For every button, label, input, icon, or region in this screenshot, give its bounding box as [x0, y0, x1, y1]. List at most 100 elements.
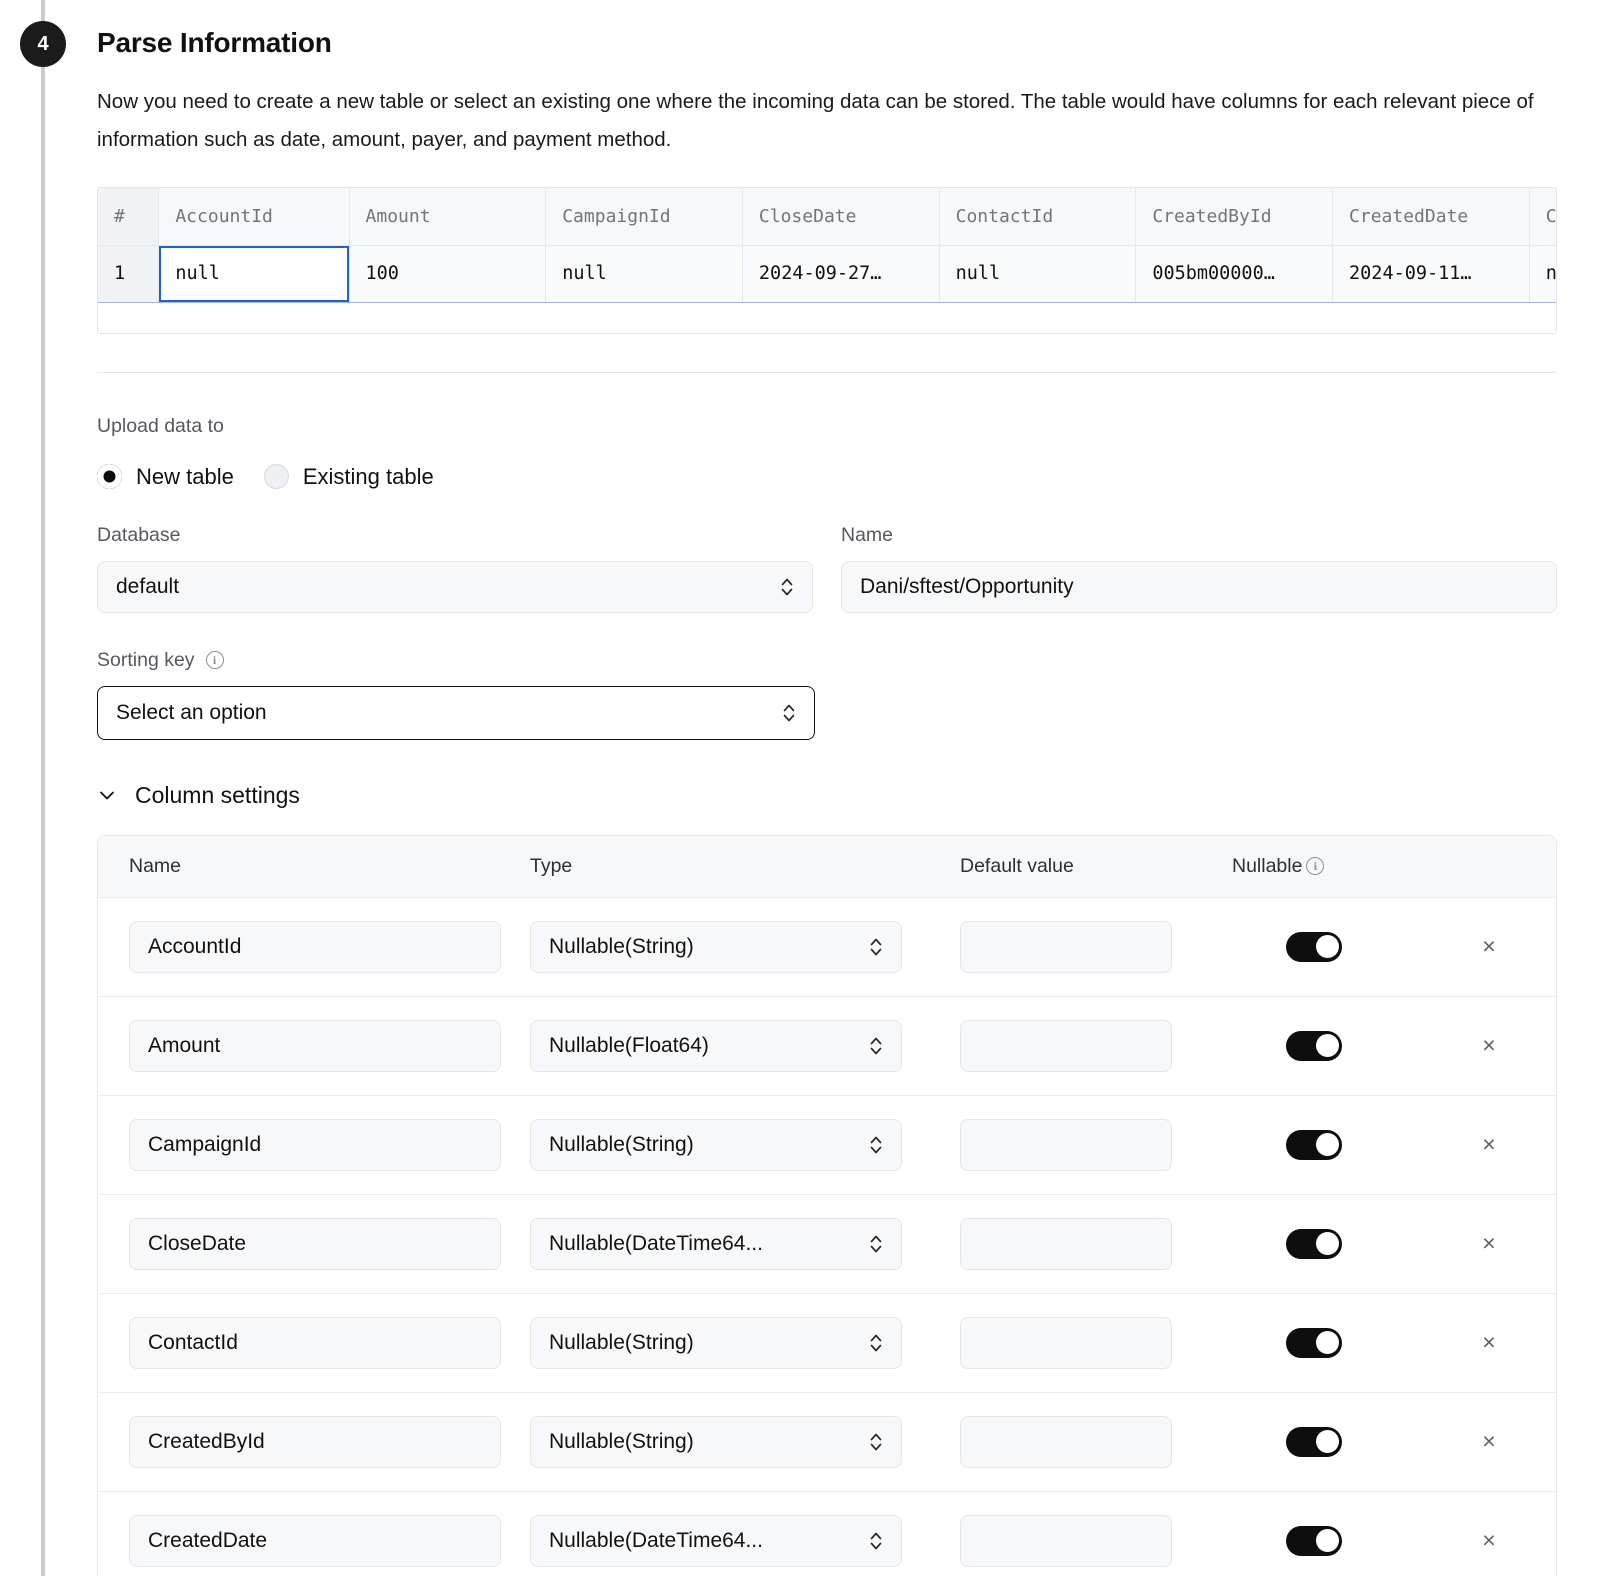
- column-type-select[interactable]: Nullable(DateTime64...: [530, 1218, 902, 1270]
- sorting-key-group: Sorting key i Select an option: [97, 649, 1600, 740]
- sorting-key-select[interactable]: Select an option: [97, 686, 815, 740]
- column-type-select[interactable]: Nullable(String): [530, 1119, 902, 1171]
- column-settings-toggle[interactable]: Column settings: [97, 782, 1600, 809]
- column-name-input[interactable]: CreatedDate: [129, 1515, 501, 1567]
- close-icon[interactable]: ×: [1474, 1031, 1504, 1061]
- column-nullable-toggle[interactable]: [1286, 1328, 1342, 1358]
- column-default-cell: [960, 1515, 1232, 1567]
- database-field-group: Database default: [97, 524, 813, 613]
- column-type-cell: Nullable(String): [530, 1317, 960, 1369]
- radio-existing-table-label: Existing table: [303, 464, 434, 490]
- name-field-group: Name Dani/sftest/Opportunity: [841, 524, 1557, 613]
- column-name-input[interactable]: CampaignId: [129, 1119, 501, 1171]
- data-preview-table: # AccountId Amount CampaignId CloseDate …: [97, 187, 1557, 334]
- column-default-input[interactable]: [960, 1317, 1172, 1369]
- column-nullable-toggle[interactable]: [1286, 1130, 1342, 1160]
- column-name-input[interactable]: CreatedById: [129, 1416, 501, 1468]
- column-name-input[interactable]: ContactId: [129, 1317, 501, 1369]
- cell-campaignid[interactable]: null: [546, 245, 743, 302]
- column-nullable-toggle[interactable]: [1286, 1427, 1342, 1457]
- col-header-name: Name: [98, 855, 530, 878]
- cell-closedate[interactable]: 2024-09-27…: [742, 245, 939, 302]
- column-type-select[interactable]: Nullable(String): [530, 921, 902, 973]
- radio-new-table-icon[interactable]: [97, 464, 122, 489]
- column-default-input[interactable]: [960, 1020, 1172, 1072]
- column-nullable-cell: [1232, 1229, 1432, 1259]
- step-number: 4: [37, 33, 48, 56]
- cell-currentgenerators[interactable]: null: [1529, 245, 1557, 302]
- close-icon[interactable]: ×: [1474, 932, 1504, 962]
- column-type-select[interactable]: Nullable(Float64): [530, 1020, 902, 1072]
- column-settings-header-row: Name Type Default value Nullable i: [98, 836, 1556, 898]
- preview-body: 1 null 100 null 2024-09-27… null 005bm00…: [98, 245, 1557, 302]
- column-default-cell: [960, 1317, 1232, 1369]
- toggle-knob: [1316, 1232, 1339, 1255]
- column-default-input[interactable]: [960, 1218, 1172, 1270]
- page-description: Now you need to create a new table or se…: [97, 83, 1542, 159]
- radio-option-existing-table[interactable]: Existing table: [264, 464, 434, 490]
- toggle-knob: [1316, 1331, 1339, 1354]
- close-icon[interactable]: ×: [1474, 1328, 1504, 1358]
- cell-contactid[interactable]: null: [939, 245, 1136, 302]
- chevron-updown-icon: [782, 700, 796, 726]
- chevron-updown-icon: [869, 1033, 883, 1059]
- column-default-input[interactable]: [960, 1416, 1172, 1468]
- column-name-input[interactable]: AccountId: [129, 921, 501, 973]
- toggle-knob: [1316, 1133, 1339, 1156]
- close-icon[interactable]: ×: [1474, 1526, 1504, 1556]
- preview-col-campaignid[interactable]: CampaignId: [546, 188, 743, 245]
- info-icon[interactable]: i: [206, 651, 224, 669]
- column-default-input[interactable]: [960, 1515, 1172, 1567]
- cell-accountid[interactable]: null: [159, 245, 349, 302]
- column-name-input[interactable]: Amount: [129, 1020, 501, 1072]
- close-icon[interactable]: ×: [1474, 1427, 1504, 1457]
- preview-empty-area: [98, 303, 1556, 333]
- chevron-updown-icon: [869, 934, 883, 960]
- close-icon[interactable]: ×: [1474, 1229, 1504, 1259]
- column-type-value: Nullable(String): [549, 1133, 869, 1157]
- column-type-cell: Nullable(String): [530, 1416, 960, 1468]
- preview-col-index: #: [98, 188, 159, 245]
- database-select[interactable]: default: [97, 561, 813, 613]
- sorting-key-label: Sorting key: [97, 649, 195, 672]
- radio-option-new-table[interactable]: New table: [97, 464, 234, 490]
- column-type-cell: Nullable(DateTime64...: [530, 1218, 960, 1270]
- preview-grid: # AccountId Amount CampaignId CloseDate …: [98, 188, 1557, 303]
- column-type-select[interactable]: Nullable(String): [530, 1416, 902, 1468]
- preview-col-amount[interactable]: Amount: [349, 188, 546, 245]
- column-type-value: Nullable(String): [549, 1331, 869, 1355]
- column-nullable-toggle[interactable]: [1286, 1031, 1342, 1061]
- chevron-down-icon: [97, 785, 117, 805]
- data-preview-scroll[interactable]: # AccountId Amount CampaignId CloseDate …: [98, 188, 1557, 303]
- preview-col-accountid[interactable]: AccountId: [159, 188, 349, 245]
- column-name-input[interactable]: CloseDate: [129, 1218, 501, 1270]
- table-name-input[interactable]: Dani/sftest/Opportunity: [841, 561, 1557, 613]
- column-actions-cell: ×: [1432, 1031, 1556, 1061]
- column-name-cell: CreatedById: [98, 1416, 530, 1468]
- column-default-cell: [960, 1416, 1232, 1468]
- close-icon[interactable]: ×: [1474, 1130, 1504, 1160]
- cell-amount[interactable]: 100: [349, 245, 546, 302]
- cell-createddate[interactable]: 2024-09-11…: [1333, 245, 1530, 302]
- preview-col-contactid[interactable]: ContactId: [939, 188, 1136, 245]
- preview-col-closedate[interactable]: CloseDate: [742, 188, 939, 245]
- column-type-select[interactable]: Nullable(DateTime64...: [530, 1515, 902, 1567]
- info-icon[interactable]: i: [1306, 857, 1324, 875]
- column-default-input[interactable]: [960, 1119, 1172, 1171]
- column-nullable-toggle[interactable]: [1286, 932, 1342, 962]
- column-actions-cell: ×: [1432, 1229, 1556, 1259]
- column-name-cell: AccountId: [98, 921, 530, 973]
- toggle-knob: [1316, 1430, 1339, 1453]
- column-nullable-toggle[interactable]: [1286, 1229, 1342, 1259]
- column-default-input[interactable]: [960, 921, 1172, 973]
- toggle-knob: [1316, 1034, 1339, 1057]
- preview-col-createddate[interactable]: CreatedDate: [1333, 188, 1530, 245]
- column-type-select[interactable]: Nullable(String): [530, 1317, 902, 1369]
- column-nullable-toggle[interactable]: [1286, 1526, 1342, 1556]
- preview-col-currentgenerators[interactable]: CurrentGe: [1529, 188, 1557, 245]
- preview-col-createdbyid[interactable]: CreatedById: [1136, 188, 1333, 245]
- radio-existing-table-icon[interactable]: [264, 464, 289, 489]
- column-settings-rows: AccountId Nullable(String) × Amount Nullable…: [98, 898, 1556, 1576]
- cell-createdbyid[interactable]: 005bm00000…: [1136, 245, 1333, 302]
- name-label: Name: [841, 524, 1557, 547]
